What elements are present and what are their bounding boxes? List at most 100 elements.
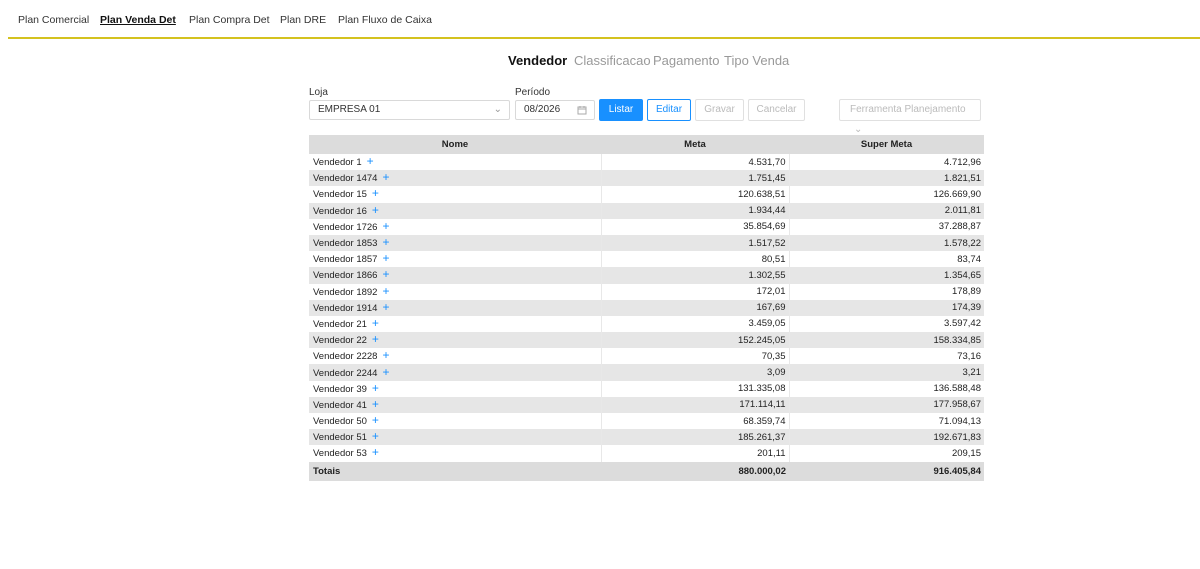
cell-super-meta[interactable]: 136.588,48	[789, 381, 984, 397]
cell-meta[interactable]: 1.302,55	[601, 267, 790, 284]
cell-meta[interactable]: 152.245,05	[601, 332, 790, 349]
table-row[interactable]: Vendedor 1726 +35.854,69 37.288,87	[309, 218, 984, 235]
cell-super-meta[interactable]: 178,89	[789, 284, 984, 300]
cell-super-meta[interactable]: 1.578,22	[789, 234, 984, 252]
table-row[interactable]: Vendedor 53 +201,11 209,15	[309, 445, 984, 462]
plus-icon[interactable]: +	[382, 235, 389, 249]
cell-super-meta[interactable]: 83,74	[789, 251, 984, 267]
gravar-button[interactable]: Gravar	[695, 99, 744, 121]
cell-nome: Vendedor 21 +	[309, 315, 602, 333]
nav-plan-dre[interactable]: Plan DRE	[280, 14, 326, 26]
tab-pagamento[interactable]: Pagamento	[653, 53, 720, 68]
column-header-super-meta[interactable]: Super Meta	[789, 135, 984, 154]
plus-icon[interactable]: +	[367, 154, 374, 168]
plus-icon[interactable]: +	[372, 186, 379, 200]
tab-classificacao[interactable]: Classificacao	[574, 53, 651, 68]
table-row[interactable]: Vendedor 22 +152.245,05 158.334,85	[309, 332, 984, 349]
table-row[interactable]: Vendedor 1866 +1.302,55 1.354,65	[309, 267, 984, 284]
table-row[interactable]: Vendedor 2228 +70,35 73,16	[309, 348, 984, 365]
cell-meta[interactable]: 185.261,37	[601, 429, 790, 446]
cell-meta[interactable]: 1.934,44	[601, 202, 790, 219]
plus-icon[interactable]: +	[372, 429, 379, 443]
cell-nome: Vendedor 51 +	[309, 429, 602, 446]
table-row[interactable]: Vendedor 51 +185.261,37 192.671,83	[309, 429, 984, 446]
cell-super-meta[interactable]: 3.597,42	[789, 316, 984, 332]
cell-super-meta[interactable]: 177.958,67	[789, 396, 984, 413]
table-row[interactable]: Vendedor 1857 +80,51 83,74	[309, 251, 984, 268]
plus-icon[interactable]: +	[382, 219, 389, 233]
table-row[interactable]: Vendedor 15 +120.638,51 126.669,90	[309, 186, 984, 203]
plus-icon[interactable]: +	[372, 332, 379, 346]
cell-meta[interactable]: 1.517,52	[601, 234, 790, 252]
plus-icon[interactable]: +	[372, 413, 379, 427]
table-row[interactable]: Vendedor 1914 +167,69 174,39	[309, 299, 984, 316]
totals-meta: 880.000,02	[601, 461, 789, 481]
plus-icon[interactable]: +	[372, 203, 379, 217]
table-row[interactable]: Vendedor 1 +4.531,70 4.712,96	[309, 154, 984, 171]
table-row[interactable]: Vendedor 41 +171.114,11 177.958,67	[309, 396, 984, 413]
plus-icon[interactable]: +	[372, 397, 379, 411]
cell-super-meta[interactable]: 1.354,65	[789, 267, 984, 284]
ferramenta-planejamento-dropdown[interactable]: Ferramenta Planejamento ⌄	[839, 99, 981, 135]
cell-super-meta[interactable]: 1.821,51	[789, 170, 984, 187]
cell-super-meta[interactable]: 174,39	[789, 299, 984, 316]
column-header-nome[interactable]: Nome	[309, 135, 601, 154]
cell-meta[interactable]: 70,35	[601, 348, 790, 365]
nav-plan-fluxo-caixa[interactable]: Plan Fluxo de Caixa	[338, 14, 432, 26]
plus-icon[interactable]: +	[382, 348, 389, 362]
plus-icon[interactable]: +	[382, 300, 389, 314]
table-row[interactable]: Vendedor 1474 +1.751,45 1.821,51	[309, 170, 984, 187]
nav-plan-comercial[interactable]: Plan Comercial	[18, 14, 89, 26]
plus-icon[interactable]: +	[382, 251, 389, 265]
plus-icon[interactable]: +	[382, 365, 389, 379]
cell-super-meta[interactable]: 209,15	[789, 445, 984, 461]
cell-super-meta[interactable]: 73,16	[789, 348, 984, 364]
cell-meta[interactable]: 131.335,08	[601, 380, 790, 397]
cell-super-meta[interactable]: 4.712,96	[789, 154, 984, 170]
cell-meta[interactable]: 172,01	[601, 283, 790, 300]
plus-icon[interactable]: +	[372, 381, 379, 395]
table-row[interactable]: Vendedor 1892 +172,01 178,89	[309, 283, 984, 300]
nav-plan-venda-det[interactable]: Plan Venda Det	[100, 14, 176, 26]
table-row[interactable]: Vendedor 21 +3.459,05 3.597,42	[309, 315, 984, 333]
table-row[interactable]: Vendedor 50 +68.359,74 71.094,13	[309, 413, 984, 430]
tab-vendedor[interactable]: Vendedor	[508, 53, 567, 68]
cell-meta[interactable]: 201,11	[601, 445, 790, 462]
cell-meta[interactable]: 80,51	[601, 251, 790, 268]
cell-super-meta[interactable]: 2.011,81	[789, 202, 984, 219]
cell-meta[interactable]: 1.751,45	[601, 170, 790, 187]
cell-super-meta[interactable]: 192.671,83	[789, 429, 984, 446]
table-row[interactable]: Vendedor 1853 +1.517,52 1.578,22	[309, 234, 984, 252]
tab-tipo-venda[interactable]: Tipo Venda	[724, 53, 789, 68]
cell-meta[interactable]: 68.359,74	[601, 413, 790, 430]
cell-meta[interactable]: 3.459,05	[601, 315, 790, 333]
table-row[interactable]: Vendedor 16 +1.934,44 2.011,81	[309, 202, 984, 219]
cell-super-meta[interactable]: 126.669,90	[789, 186, 984, 202]
plus-icon[interactable]: +	[382, 284, 389, 298]
cell-nome: Vendedor 1892 +	[309, 283, 602, 300]
cell-super-meta[interactable]: 158.334,85	[789, 332, 984, 349]
editar-button[interactable]: Editar	[647, 99, 691, 121]
cell-meta[interactable]: 3,09	[601, 364, 790, 381]
plus-icon[interactable]: +	[382, 267, 389, 281]
cell-super-meta[interactable]: 37.288,87	[789, 219, 984, 235]
cancelar-button[interactable]: Cancelar	[748, 99, 805, 121]
cell-meta[interactable]: 120.638,51	[601, 186, 790, 203]
nav-plan-compra-det[interactable]: Plan Compra Det	[189, 14, 270, 26]
cell-meta[interactable]: 35.854,69	[601, 218, 790, 235]
plus-icon[interactable]: +	[372, 445, 379, 459]
cell-meta[interactable]: 4.531,70	[601, 154, 790, 171]
cell-meta[interactable]: 171.114,11	[601, 396, 790, 413]
listar-button[interactable]: Listar	[599, 99, 643, 121]
cell-super-meta[interactable]: 3,21	[789, 364, 984, 381]
cell-meta[interactable]: 167,69	[601, 299, 790, 316]
column-header-meta[interactable]: Meta	[601, 135, 789, 154]
vendedor-table: Nome Meta Super Meta Vendedor 1 +4.531,70…	[309, 135, 984, 481]
plus-icon[interactable]: +	[382, 170, 389, 184]
plus-icon[interactable]: +	[372, 316, 379, 330]
cell-super-meta[interactable]: 71.094,13	[789, 413, 984, 429]
periodo-picker[interactable]: 08/2026	[515, 100, 595, 120]
loja-select[interactable]: EMPRESA 01 ⌄	[309, 100, 510, 120]
table-row[interactable]: Vendedor 39 +131.335,08 136.588,48	[309, 380, 984, 397]
table-row[interactable]: Vendedor 2244 +3,09 3,21	[309, 364, 984, 381]
